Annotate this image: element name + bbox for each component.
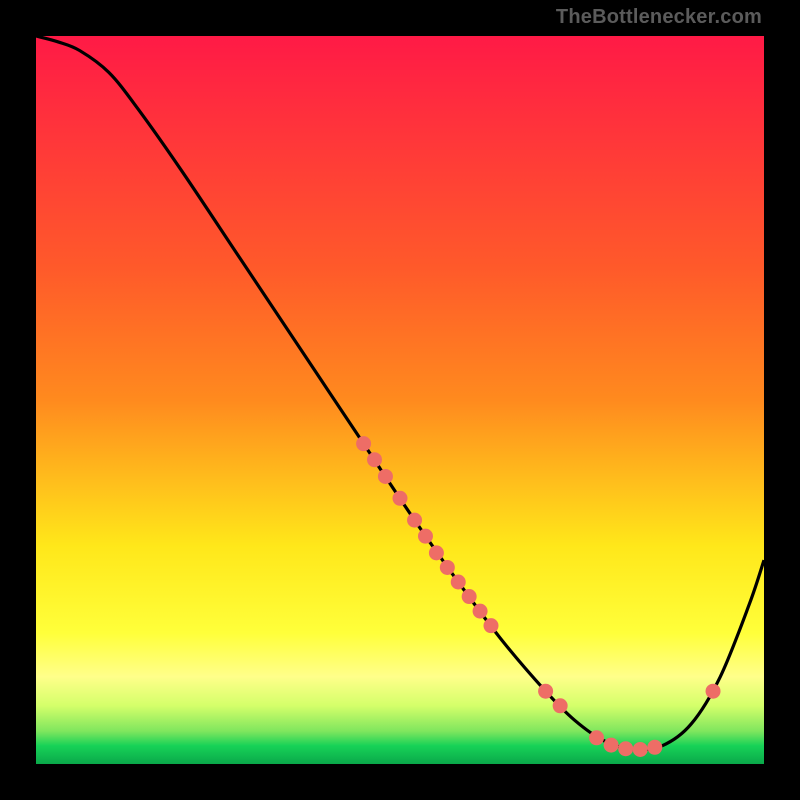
data-point bbox=[484, 618, 499, 633]
data-point bbox=[378, 469, 393, 484]
attribution-text: TheBottlenecker.com bbox=[556, 6, 762, 29]
data-point bbox=[553, 698, 568, 713]
data-point bbox=[462, 589, 477, 604]
data-point bbox=[589, 730, 604, 745]
data-point bbox=[618, 741, 633, 756]
highlighted-points bbox=[356, 436, 720, 757]
data-point bbox=[407, 513, 422, 528]
plot-area bbox=[36, 36, 764, 764]
data-point bbox=[418, 529, 433, 544]
curve-layer bbox=[36, 36, 764, 764]
data-point bbox=[451, 575, 466, 590]
data-point bbox=[647, 740, 662, 755]
data-point bbox=[429, 545, 444, 560]
chart-stage: TheBottlenecker.com bbox=[0, 0, 800, 800]
data-point bbox=[633, 742, 648, 757]
data-point bbox=[393, 491, 408, 506]
data-point bbox=[538, 684, 553, 699]
data-point bbox=[356, 436, 371, 451]
data-point bbox=[440, 560, 455, 575]
data-point bbox=[604, 738, 619, 753]
data-point bbox=[367, 452, 382, 467]
bottleneck-curve bbox=[36, 36, 764, 750]
data-point bbox=[706, 684, 721, 699]
data-point bbox=[473, 604, 488, 619]
